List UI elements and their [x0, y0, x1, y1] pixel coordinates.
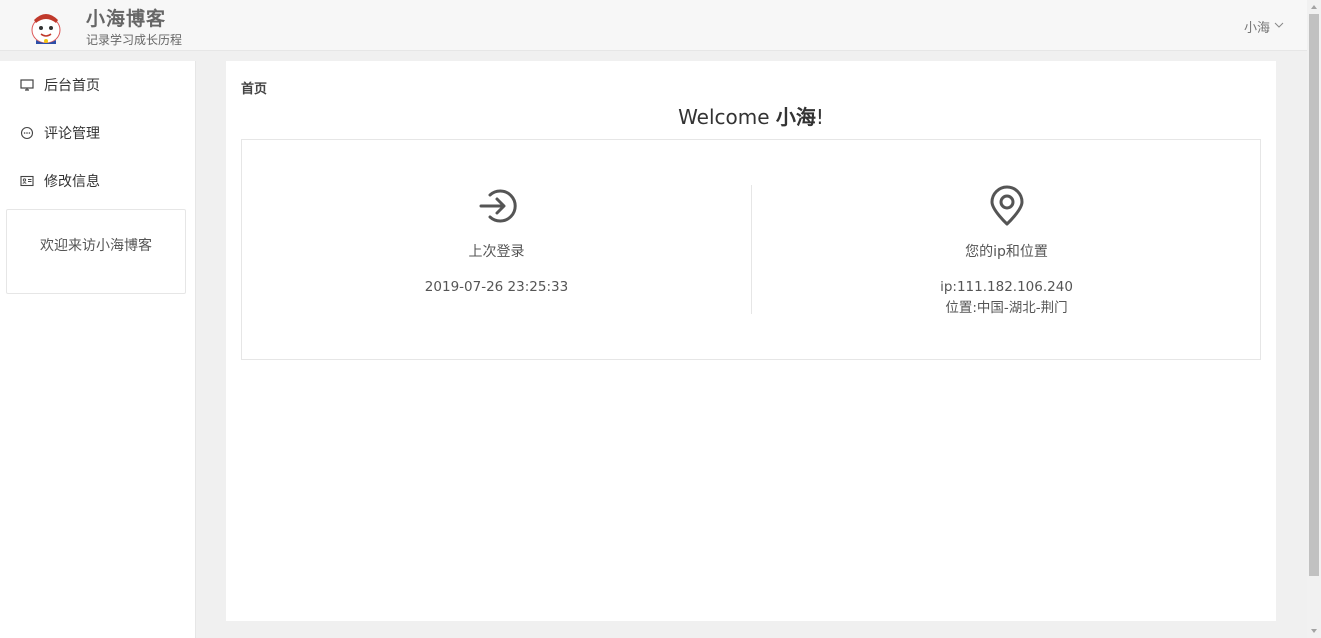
sidebar-item-edit-info[interactable]: 修改信息 — [0, 157, 195, 205]
ip-location-label: 您的ip和位置 — [965, 244, 1048, 260]
location-pin-icon — [752, 185, 1261, 227]
geo-location: 位置:中国-湖北-荆门 — [945, 300, 1068, 316]
welcome-heading: Welcome 小海! — [226, 101, 1276, 130]
logo-avatar[interactable] — [28, 8, 64, 46]
login-arrow-icon — [242, 185, 751, 227]
chat-icon — [20, 126, 34, 140]
user-menu-dropdown[interactable]: 小海 — [1244, 17, 1284, 36]
site-subtitle: 记录学习成长历程 — [86, 33, 183, 47]
sidebar-item-label: 后台首页 — [44, 78, 100, 94]
user-name: 小海 — [1243, 21, 1270, 36]
id-card-icon — [20, 174, 34, 188]
monitor-icon — [20, 78, 34, 92]
sidebar: 后台首页 评论管理 修改信息 欢迎来访小海博客 — [0, 61, 196, 638]
info-panel: 上次登录 2019-07-26 23:25:33 您的ip和位置 ip:111.… — [241, 139, 1261, 360]
main-content: 首页 Welcome 小海! 上次登录 2019-07-26 23:25:33 — [226, 61, 1276, 621]
sidebar-item-label: 评论管理 — [44, 126, 100, 142]
top-header: 小海博客 记录学习成长历程 小海 — [0, 0, 1307, 51]
scroll-down-arrow-icon[interactable] — [1310, 627, 1318, 635]
scrollbar-thumb[interactable] — [1309, 14, 1319, 576]
last-login-time: 2019-07-26 23:25:33 — [424, 279, 569, 295]
ip-location-section: 您的ip和位置 ip:111.182.106.240 位置:中国-湖北-荆门 — [752, 185, 1261, 319]
chevron-down-icon — [1274, 19, 1284, 34]
welcome-card-text: 欢迎来访小海博客 — [40, 238, 152, 254]
sidebar-item-label: 修改信息 — [44, 174, 100, 190]
vertical-scrollbar[interactable] — [1307, 0, 1321, 638]
last-login-label: 上次登录 — [468, 244, 525, 260]
last-login-section: 上次登录 2019-07-26 23:25:33 — [242, 185, 751, 298]
scroll-up-arrow-icon[interactable] — [1310, 3, 1318, 11]
welcome-card: 欢迎来访小海博客 — [6, 209, 186, 294]
app: 小海博客 记录学习成长历程 小海 后台首页 评论管理 修改信息 欢迎来访小海博客… — [0, 0, 1321, 638]
welcome-prefix: Welcome — [678, 105, 776, 129]
sidebar-item-dashboard[interactable]: 后台首页 — [0, 61, 195, 109]
ip-address: ip:111.182.106.240 — [940, 279, 1073, 295]
sidebar-item-comments[interactable]: 评论管理 — [0, 109, 195, 157]
welcome-suffix: ! — [815, 105, 824, 129]
site-title: 小海博客 — [86, 8, 167, 30]
breadcrumb: 首页 — [241, 82, 268, 97]
ip-location-value: ip:111.182.106.240 位置:中国-湖北-荆门 — [752, 277, 1261, 319]
welcome-user-name: 小海 — [775, 105, 816, 129]
